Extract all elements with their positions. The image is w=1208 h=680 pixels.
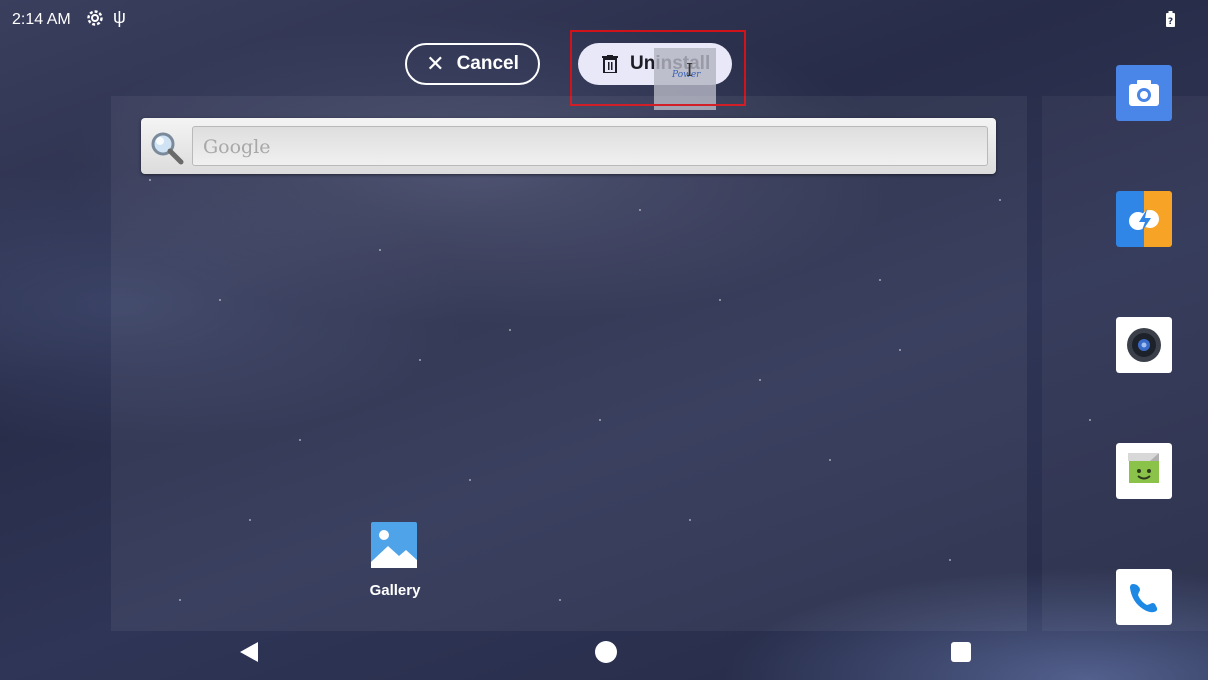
camera-icon[interactable] xyxy=(1116,65,1172,121)
search-widget[interactable]: Google xyxy=(141,118,996,174)
usb-icon: ψ xyxy=(113,7,126,27)
search-input[interactable]: Google xyxy=(192,126,988,166)
gallery-label: Gallery xyxy=(369,582,421,599)
home-icon[interactable] xyxy=(595,641,617,663)
close-icon: ✕ xyxy=(426,51,445,76)
recents-icon[interactable] xyxy=(951,642,971,662)
settings-gear-icon xyxy=(87,10,103,26)
highlight-box xyxy=(570,30,746,106)
svg-text:?: ? xyxy=(1168,17,1173,27)
navigation-bar xyxy=(0,631,1208,680)
workspace-page[interactable] xyxy=(111,96,1027,631)
search-icon[interactable] xyxy=(149,130,185,166)
music-speaker-icon[interactable] xyxy=(1116,317,1172,373)
back-icon[interactable] xyxy=(238,641,260,663)
cancel-label: Cancel xyxy=(456,53,519,74)
messaging-icon[interactable] xyxy=(1116,443,1172,499)
status-time: 2:14 AM xyxy=(12,11,71,28)
gallery-app[interactable]: Gallery xyxy=(355,522,435,602)
gallery-icon xyxy=(371,522,417,568)
drop-target-bar: ✕ Cancel Uninstall Power I xyxy=(0,30,1208,110)
battery-icon: ? xyxy=(1166,11,1175,27)
flash-share-icon[interactable] xyxy=(1116,191,1172,247)
phone-icon[interactable] xyxy=(1116,569,1172,625)
cancel-button[interactable]: ✕ Cancel xyxy=(405,43,540,85)
